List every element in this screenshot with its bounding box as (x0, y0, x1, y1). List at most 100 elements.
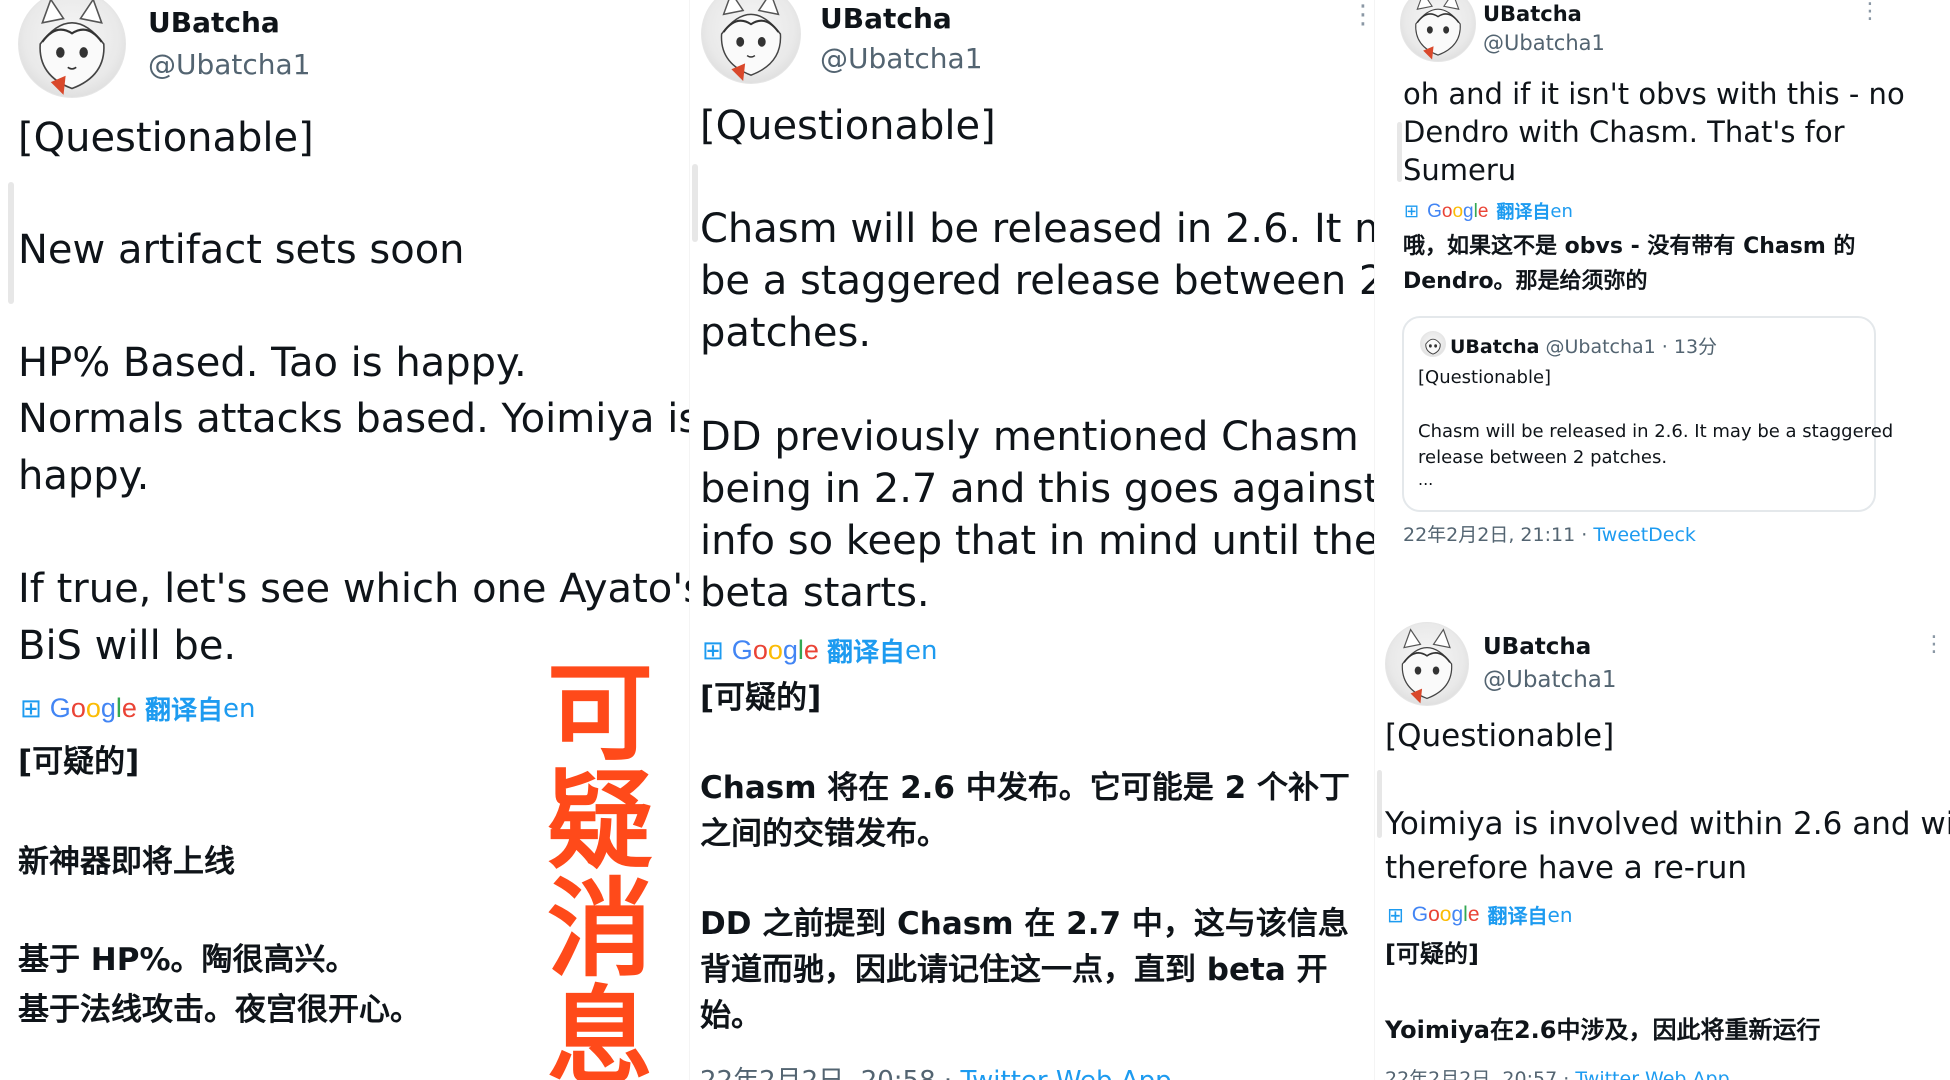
questionable-stamp: 可 疑 消 息 (545, 660, 655, 1080)
scrollbar[interactable] (1397, 122, 1402, 182)
tweet-tag: [Questionable] (700, 103, 996, 149)
translation-line: 基于 HP%。陶很高兴。 (18, 942, 357, 978)
avatar[interactable] (18, 0, 126, 98)
translate-globe-icon: ⊞ (702, 635, 724, 666)
translation-tag: [可疑的] (700, 680, 822, 716)
translate-globe-icon: ⊞ (1387, 902, 1404, 927)
author-name[interactable]: UBatcha (1483, 634, 1591, 660)
quoted-time: · 13分 (1655, 336, 1718, 358)
translation-line: 背道而驰，因此请记住这一点，直到 beta 开 (700, 952, 1328, 988)
tweet-date[interactable]: 22年2月2日, 20:58 (700, 1066, 936, 1080)
avatar-art (1415, 0, 1461, 60)
translation-line: Dendro。那是给须弥的 (1403, 269, 1648, 294)
translation-line: 哦，如果这不是 obvs - 没有带有 Chasm 的 (1403, 234, 1856, 259)
tweet-line: patches. (700, 310, 872, 356)
tweet-line: Normals attacks based. Yoimiya is (18, 396, 690, 442)
translate-label: 翻译自 (1496, 202, 1551, 223)
avatar (1420, 331, 1446, 357)
tweet-line: If true, let's see which one Ayato's (18, 566, 690, 612)
scrollbar[interactable] (1377, 770, 1382, 838)
tweet-source[interactable]: Twitter Web App (960, 1066, 1171, 1080)
tweet-line: info so keep that in mind until the (700, 518, 1375, 564)
more-vertical-icon[interactable]: ⋮ (1923, 634, 1945, 656)
tweet-meta: 22年2月2日, 20:57 · Twitter Web App (1385, 1064, 1730, 1080)
quoted-tweet-card[interactable]: UBatcha @Ubatcha1 · 13分 [Questionable] C… (1402, 316, 1893, 512)
translate-globe-icon: ⊞ (1404, 200, 1420, 222)
stamp-char: 消 (547, 868, 653, 991)
translate-globe-icon: ⊞ (20, 693, 42, 724)
avatar-art (1401, 628, 1453, 704)
meta-separator: · (936, 1066, 961, 1080)
quoted-tag: [Questionable] (1418, 367, 1552, 388)
tweet-line: oh and if it isn't obvs with this - no (1403, 77, 1905, 111)
quoted-line: Chasm will be released in 2.6. It may be… (1418, 421, 1894, 442)
translation-line: 始。 (700, 998, 762, 1034)
tweet-date[interactable]: 22年2月2日, 20:57 (1385, 1068, 1557, 1080)
tweet-tag: [Questionable] (18, 115, 314, 161)
more-vertical-icon[interactable]: ⋮ (1350, 2, 1375, 28)
more-vertical-icon[interactable]: ⋮ (1859, 1, 1881, 23)
tweet-line: HP% Based. Tao is happy. (18, 340, 527, 386)
tweet-line: Dendro with Chasm. That's for (1403, 115, 1845, 149)
tweet-line: BiS will be. (18, 623, 237, 669)
avatar[interactable] (1400, 0, 1476, 62)
google-logo: Google (1427, 200, 1489, 222)
tweet-line: Yoimiya is involved within 2.6 and will (1385, 806, 1950, 842)
author-name[interactable]: UBatcha (148, 6, 280, 39)
tweet-tag: [Questionable] (1385, 718, 1615, 754)
translate-lang: en (1547, 902, 1573, 927)
tweet-line: Sumeru (1403, 153, 1517, 187)
scrollbar[interactable] (692, 164, 698, 242)
author-name[interactable]: UBatcha (820, 2, 952, 35)
author-handle[interactable]: @Ubatcha1 (148, 48, 311, 81)
translate-lang: en (904, 635, 938, 666)
translate-label: 翻译自 (144, 696, 223, 726)
quoted-header: UBatcha @Ubatcha1 · 13分 (1450, 332, 1717, 359)
tweet-date[interactable]: 22年2月2日, 21:11 (1403, 524, 1575, 546)
translation-line: Chasm 将在 2.6 中发布。它可能是 2 个补丁 (700, 770, 1350, 806)
quoted-author-name: UBatcha (1450, 336, 1540, 358)
quoted-line: release between 2 patches. (1418, 447, 1668, 468)
tweet-panel-left: UBatcha @Ubatcha1 [Questionable] New art… (0, 0, 690, 1080)
tweet-line: happy. (18, 453, 150, 499)
tweet-line: DD previously mentioned Chasm (700, 414, 1359, 460)
quoted-ellipsis: ... (1418, 470, 1434, 489)
translation-line: 新神器即将上线 (18, 844, 235, 880)
tweet-line: be a staggered release between 2 (700, 258, 1375, 304)
tweet-source[interactable]: Twitter Web App (1575, 1068, 1729, 1080)
tweet-line: New artifact sets soon (18, 227, 465, 273)
avatar-art (39, 0, 105, 95)
author-handle[interactable]: @Ubatcha1 (1483, 31, 1605, 55)
translate-bar[interactable]: ⊞ Google 翻译自 en (702, 632, 937, 669)
avatar[interactable] (701, 0, 801, 84)
author-handle[interactable]: @Ubatcha1 (820, 42, 983, 75)
tweet-meta: 22年2月2日, 21:11 · TweetDeck (1403, 520, 1696, 547)
stamp-char: 息 (547, 976, 653, 1080)
stamp-char: 可 (547, 652, 653, 775)
meta-separator: · (1557, 1068, 1576, 1080)
tweet-line: being in 2.7 and this goes against that (700, 466, 1375, 512)
tweet-line: therefore have a re-run (1385, 850, 1748, 886)
avatar[interactable] (1385, 622, 1469, 706)
translate-lang: en (1550, 200, 1573, 222)
author-handle[interactable]: @Ubatcha1 (1483, 667, 1617, 693)
google-logo: Google (1411, 903, 1480, 926)
author-name[interactable]: UBatcha (1483, 2, 1582, 26)
translate-label: 翻译自 (1487, 904, 1548, 928)
tweet-line: beta starts. (700, 570, 930, 616)
translate-lang: en (222, 693, 256, 724)
quoted-author-handle: @Ubatcha1 (1545, 336, 1656, 358)
tweet-source[interactable]: TweetDeck (1593, 524, 1696, 546)
stamp-char: 疑 (547, 760, 653, 883)
translate-bar[interactable]: ⊞ Google 翻译自 en (1387, 900, 1573, 929)
translation-tag: [可疑的] (18, 744, 140, 780)
google-logo: Google (49, 693, 137, 723)
avatar-art (720, 0, 782, 82)
translate-bar[interactable]: ⊞ Google 翻译自 en (20, 690, 255, 727)
scrollbar[interactable] (8, 182, 14, 304)
translate-bar[interactable]: ⊞ Google 翻译自 en (1404, 198, 1573, 224)
translation-line: 之间的交错发布。 (700, 816, 948, 852)
translation-line: Yoimiya在2.6中涉及，因此将重新运行 (1385, 1016, 1821, 1044)
avatar-art (1425, 338, 1441, 355)
tweet-line: Chasm will be released in 2.6. It may (700, 206, 1375, 252)
